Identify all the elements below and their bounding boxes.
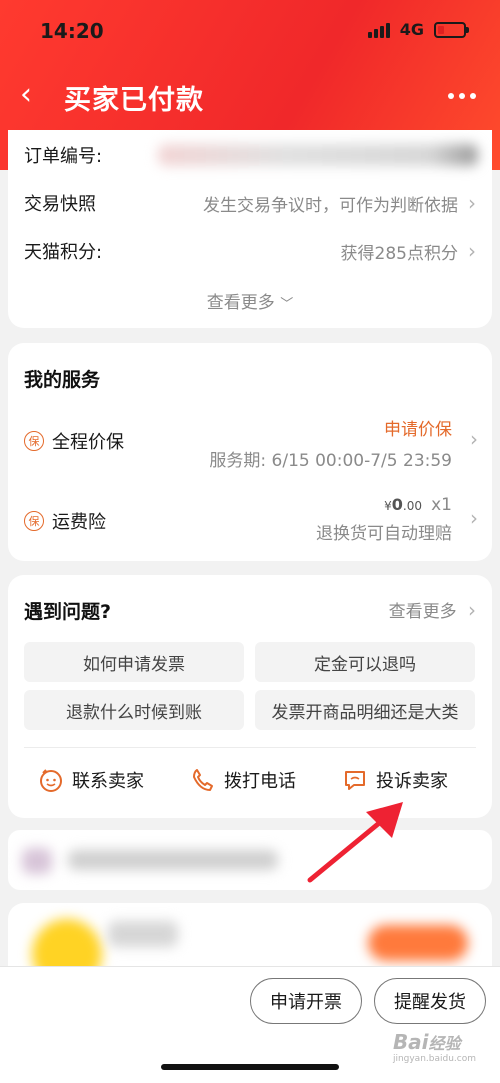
watermark-brand: Bai <box>392 1030 429 1054</box>
annotation-arrow <box>307 802 403 883</box>
home-indicator[interactable] <box>161 1064 339 1070</box>
baidu-watermark: Bai经验 jingyan.baidu.com <box>393 1030 476 1064</box>
watermark-suffix: 经验 <box>428 1034 461 1053</box>
watermark-url: jingyan.baidu.com <box>392 1054 476 1064</box>
